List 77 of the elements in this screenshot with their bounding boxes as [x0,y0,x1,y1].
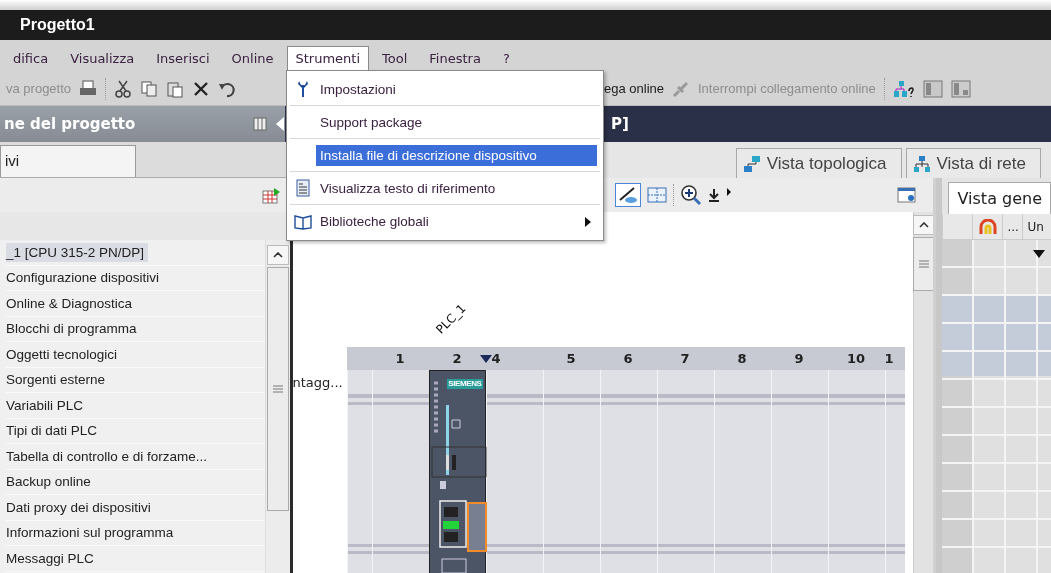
menu-entry[interactable]: Installa file di descrizione dispositivo [316,144,597,166]
tree-item[interactable]: Configurazione dispositivi [6,268,164,288]
rack-label: ntagg... [292,375,343,390]
scroll-up-button[interactable] [913,215,935,235]
paste-icon[interactable] [166,79,185,98]
tree-item[interactable]: Informazioni sul programma [6,523,178,543]
editor-title: P] [611,115,629,133]
plug-icon[interactable] [672,79,690,98]
tree-item[interactable]: Oggetti tecnologici [6,344,122,364]
slot-number: 9 [794,351,804,366]
menu-item[interactable]: Finestra [420,46,490,72]
network-icon [912,154,931,173]
slot-number: 7 [680,351,690,366]
menu-entry[interactable]: Biblioteche globali [316,211,597,232]
zoom-in-icon[interactable] [679,184,702,206]
view-tab[interactable]: Vista topologica [735,148,902,178]
tree-item[interactable]: Backup online [6,472,95,492]
delete-icon[interactable] [192,79,211,98]
slot-number: 6 [623,351,633,366]
tree-item[interactable]: Messaggi PLC [6,548,98,568]
download-arrow-icon[interactable] [707,187,720,203]
go-online-button[interactable]: ega online [604,81,664,96]
scrollbar-thumb[interactable] [913,237,935,291]
menu-item[interactable]: difica [4,46,58,72]
document-icon [296,179,310,197]
column-header[interactable]: ... [1002,214,1023,239]
view-tab[interactable]: Vista di rete [905,148,1041,178]
table-add-icon[interactable] [261,186,282,204]
slot-number: 5 [566,351,576,366]
menu-item[interactable]: Visualizza [61,46,144,72]
menu-entry[interactable]: Support package [316,111,597,133]
panel-icon[interactable] [922,79,943,98]
slot-number: 1 [884,351,894,366]
brand-label: SIEMENS [447,379,483,389]
slot-number: 1 [395,351,405,366]
menu-item[interactable]: Strumenti [286,46,370,72]
topology-icon [742,154,761,173]
tree-item[interactable]: Blocchi di programma [6,319,141,339]
book-icon [294,213,312,230]
copy-icon[interactable] [140,79,159,98]
wrench-icon [297,80,309,98]
overview-tab[interactable]: Vista gene [948,182,1051,214]
tree-item[interactable]: _1 [CPU 315-2 PN/DP] [6,242,149,262]
columns-icon[interactable] [253,117,267,131]
chevron-up-icon [919,222,929,228]
slot-number: 2 [452,351,462,366]
printer-icon[interactable] [79,79,98,98]
tree-item[interactable]: Online & Diagnostica [6,293,137,313]
grid-icon[interactable] [646,186,667,204]
rack-slot[interactable] [485,370,543,573]
status-icon [978,218,998,235]
panel-icon[interactable] [950,79,971,98]
column-header[interactable]: Un [1022,214,1051,239]
scissors-icon[interactable] [114,79,133,98]
menu-item[interactable]: Inserisci [147,46,219,72]
slot-number: 4 [479,351,501,366]
panel-title: ne del progetto [4,115,137,133]
tree-item[interactable]: Tabella di controllo e di forzame... [6,446,212,466]
menu-item[interactable]: Tool [373,46,417,72]
menu-item[interactable]: ? [493,46,519,72]
dropdown-caret-icon[interactable] [1033,250,1045,258]
tree-item[interactable]: Sorgenti esterne [6,370,110,390]
menu-item[interactable]: Online [222,46,283,72]
tree-item[interactable]: Variabili PLC [6,395,88,415]
scrollbar-thumb[interactable] [266,267,289,511]
tree-item[interactable]: Tipi di dati PLC [6,421,102,441]
devices-tab[interactable]: ivi [0,145,136,177]
view-toggle-icon[interactable] [614,183,641,207]
properties-icon[interactable] [897,186,918,204]
menu-entry[interactable]: Impostazioni [316,78,597,100]
network-query-icon[interactable] [892,79,915,98]
chevron-up-icon [272,252,283,258]
slot-number: 8 [737,351,747,366]
slot-number: 10 [847,351,866,366]
scroll-up-button[interactable] [266,245,289,265]
window-title: Progetto1 [20,16,95,34]
tree-item[interactable]: Dati proxy dei dispositivi [6,497,155,517]
